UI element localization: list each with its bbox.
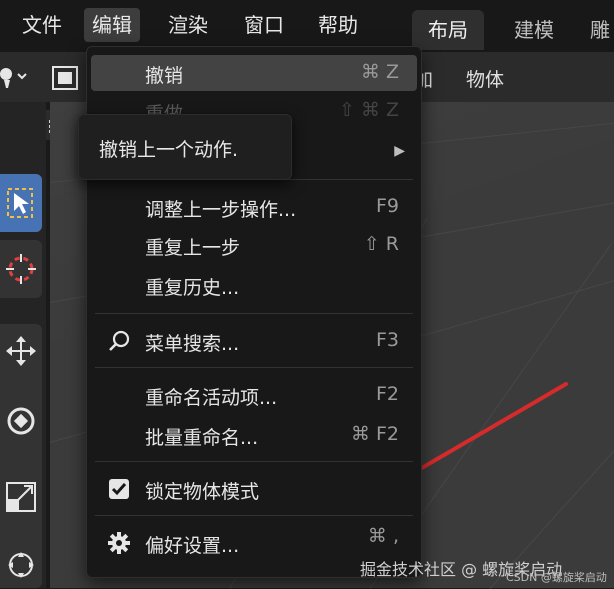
repeat-last-label: 重复上一步: [145, 237, 241, 259]
separator: [95, 515, 413, 516]
undo-tooltip: 撤销上一个动作.: [78, 114, 292, 180]
preferences-label: 偏好设置...: [145, 535, 240, 557]
rename-active-label: 重命名活动项...: [145, 387, 278, 409]
menu-item-repeat-last[interactable]: 重复上一步 ⇧ R: [91, 227, 417, 263]
menu-item-menu-search[interactable]: 菜单搜索... F3: [91, 323, 417, 359]
submenu-arrow-icon: ▶: [394, 143, 405, 159]
batch-rename-label: 批量重命名...: [145, 427, 259, 449]
menu-item-undo[interactable]: 撤销 ⌘ Z: [91, 55, 417, 91]
menu-search-label: 菜单搜索...: [145, 333, 240, 355]
adjust-last-shortcut: F9: [375, 195, 399, 217]
search-icon: [107, 329, 131, 353]
redo-shortcut: ⇧ ⌘ Z: [338, 99, 399, 121]
checkbox-checked-icon[interactable]: [107, 477, 131, 501]
menu-search-shortcut: F3: [375, 329, 399, 351]
preferences-shortcut: ⌘ ,: [367, 525, 399, 547]
adjust-last-label: 调整上一步操作...: [145, 199, 297, 221]
undo-shortcut: ⌘ Z: [360, 61, 399, 83]
rename-active-shortcut: F2: [375, 383, 399, 405]
menu-item-batch-rename[interactable]: 批量重命名... ⌘ F2: [91, 417, 417, 453]
repeat-history-label: 重复历史...: [145, 277, 240, 299]
menu-item-lock-object-modes[interactable]: 锁定物体模式: [91, 471, 417, 507]
lock-object-modes-label: 锁定物体模式: [145, 481, 260, 503]
menu-item-adjust-last[interactable]: 调整上一步操作... F9: [91, 189, 417, 225]
watermark-csdn: CSDN @螺旋桨启动: [506, 571, 607, 584]
tooltip-text: 撤销上一个动作.: [99, 139, 239, 161]
separator: [95, 313, 413, 314]
separator: [95, 461, 413, 462]
gear-icon: [107, 531, 131, 555]
batch-rename-shortcut: ⌘ F2: [350, 423, 399, 445]
undo-label: 撤销: [145, 65, 184, 87]
menu-item-rename-active[interactable]: 重命名活动项... F2: [91, 377, 417, 413]
repeat-last-shortcut: ⇧ R: [363, 233, 399, 255]
separator: [95, 367, 413, 368]
menu-item-repeat-history[interactable]: 重复历史...: [91, 267, 417, 303]
